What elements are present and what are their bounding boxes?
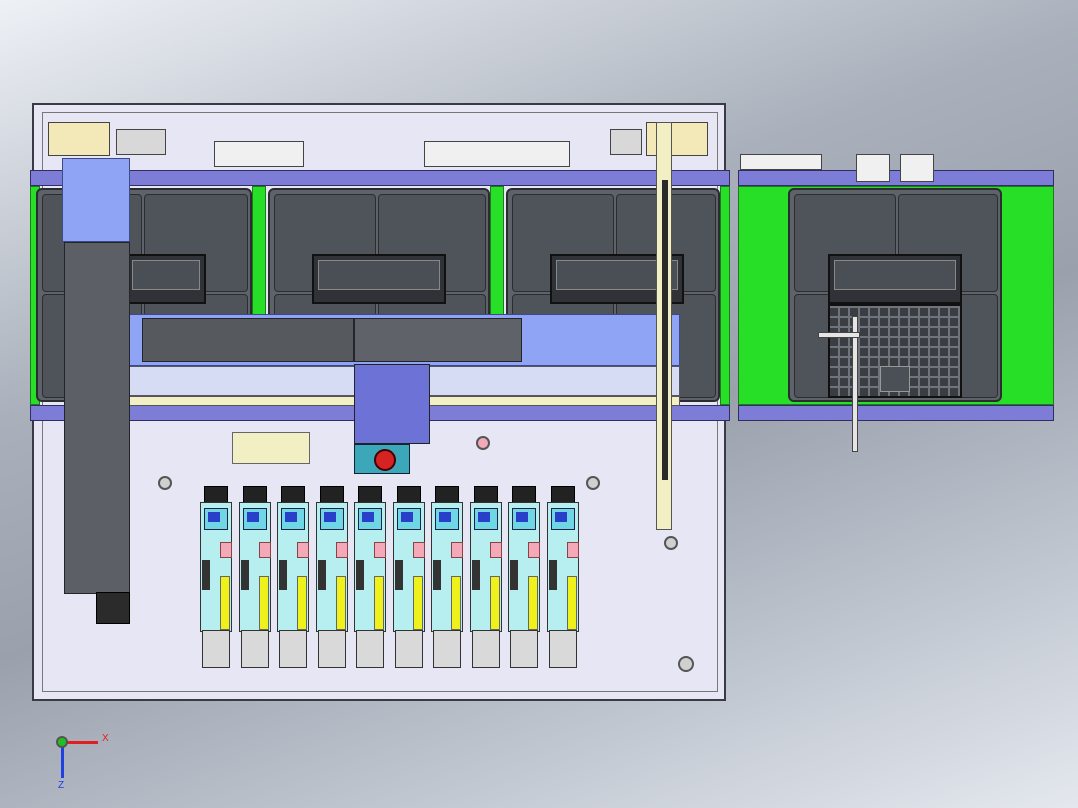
right-clamp-2	[900, 154, 934, 182]
corner-box-left	[116, 129, 166, 155]
module-1	[200, 486, 232, 668]
mount-hole-1	[158, 476, 172, 490]
small-cap-red	[476, 436, 490, 450]
triad-z-axis	[61, 744, 64, 778]
module-10	[546, 486, 579, 668]
triad-origin	[56, 736, 68, 748]
corner-box-right	[610, 129, 642, 155]
module-3	[277, 486, 309, 668]
right-top-fixture	[740, 154, 822, 170]
module-8	[469, 486, 502, 668]
right-rail-slot	[662, 180, 668, 480]
laptop-2	[312, 254, 446, 304]
top-fixture-left	[214, 141, 304, 167]
laptop-4-touchpad	[880, 366, 910, 392]
module-5	[354, 486, 386, 668]
module-2	[238, 486, 271, 668]
cad-viewport[interactable]: X Z	[0, 0, 1078, 808]
bracket-top-left	[48, 122, 110, 156]
mount-hole-3	[664, 536, 678, 550]
module-7	[431, 486, 463, 668]
laptop-4-screen	[828, 254, 962, 304]
vertical-axis-head	[62, 158, 130, 242]
main-rail-top	[30, 170, 730, 186]
triad-x-label: X	[102, 733, 109, 744]
probe-crossbar	[818, 332, 860, 338]
right-rail-top	[738, 170, 1054, 186]
top-fixture-middle	[424, 141, 570, 167]
triad-x-axis	[64, 741, 98, 744]
vertical-axis-motor	[96, 592, 130, 624]
main-belt-gap-1	[252, 186, 266, 316]
module-4	[315, 486, 348, 668]
gantry-dark-section-1	[142, 318, 354, 362]
carriage-block	[354, 364, 430, 444]
vertical-axis-column	[64, 242, 130, 594]
yellow-panel	[232, 432, 310, 464]
gantry-dark-section-2	[354, 318, 522, 362]
mount-hole-4	[678, 656, 694, 672]
triad-z-label: Z	[58, 780, 65, 791]
laptop-1	[126, 254, 206, 304]
main-belt-gap-2	[490, 186, 504, 316]
mount-hole-2	[586, 476, 600, 490]
right-rail-bottom	[738, 405, 1054, 421]
module-6	[392, 486, 425, 668]
right-clamp-1	[856, 154, 890, 182]
emergency-stop-button[interactable]	[374, 449, 396, 471]
module-9	[508, 486, 540, 668]
main-belt-right-edge	[720, 186, 730, 405]
